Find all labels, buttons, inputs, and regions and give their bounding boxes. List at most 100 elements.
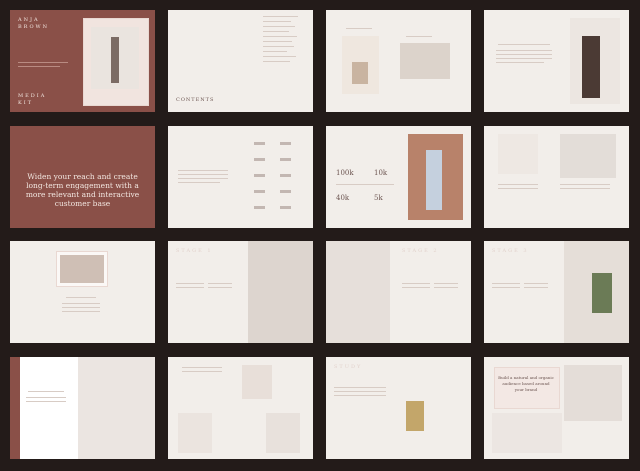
text-line bbox=[498, 184, 538, 185]
page-cover[interactable]: ANJA BROWN MEDIA KIT bbox=[10, 10, 155, 112]
text-line bbox=[26, 401, 66, 402]
text-line bbox=[178, 174, 228, 175]
cover-kit-line2: KIT bbox=[18, 100, 34, 106]
contents-line bbox=[263, 46, 294, 47]
brand-logo bbox=[280, 190, 291, 193]
figure-silhouette bbox=[426, 150, 442, 210]
text-line bbox=[182, 367, 222, 368]
stage-2-photo bbox=[326, 241, 390, 343]
stat-2: 10k bbox=[374, 169, 388, 177]
bio-photo bbox=[60, 255, 104, 283]
contents-line bbox=[263, 16, 298, 17]
contents-line bbox=[263, 51, 287, 52]
page-tagline[interactable]: Widen your reach and create long-term en… bbox=[10, 126, 155, 228]
contents-line bbox=[263, 41, 292, 42]
about-line bbox=[498, 44, 550, 45]
about-line bbox=[496, 54, 552, 55]
study-title: STUDY bbox=[334, 364, 363, 370]
stat-divider bbox=[336, 184, 394, 185]
text-line bbox=[176, 283, 204, 284]
text-line bbox=[524, 283, 548, 284]
contents-line bbox=[263, 26, 295, 27]
caption-line bbox=[346, 28, 372, 29]
cover-name-line2: BROWN bbox=[18, 24, 50, 30]
media-kit-grid: ANJA BROWN MEDIA KIT CONTENTS Widen your… bbox=[0, 0, 640, 471]
page-brand-partnerships[interactable] bbox=[168, 126, 313, 228]
tagline-text: Widen your reach and create long-term en… bbox=[25, 172, 140, 208]
cover-photo-frame bbox=[83, 18, 149, 106]
caption-line bbox=[406, 36, 432, 37]
brand-logo bbox=[280, 206, 291, 209]
contents-line bbox=[263, 61, 290, 62]
brand-logo bbox=[254, 142, 265, 145]
stage-2-title: STAGE 2 bbox=[402, 248, 439, 254]
figure-silhouette bbox=[582, 36, 600, 98]
text-line bbox=[560, 184, 610, 185]
stage-3-title: STAGE 3 bbox=[492, 248, 529, 254]
interior-photo-detail bbox=[352, 62, 368, 84]
page-contents[interactable]: CONTENTS bbox=[168, 10, 313, 112]
page-collaborations[interactable] bbox=[168, 357, 313, 459]
contents-title: CONTENTS bbox=[176, 97, 215, 103]
brand-logo bbox=[254, 174, 265, 177]
brand-logo bbox=[280, 158, 291, 161]
page-quote[interactable]: Build a natural and organic audience bas… bbox=[484, 357, 629, 459]
text-line bbox=[176, 287, 204, 288]
testimonial-panel bbox=[20, 357, 78, 459]
brand-logo bbox=[280, 142, 291, 145]
figure-silhouette bbox=[111, 37, 119, 83]
stat-4: 5k bbox=[374, 194, 383, 202]
page-stage-3[interactable]: STAGE 3 bbox=[484, 241, 629, 343]
divider bbox=[18, 62, 68, 63]
text-line bbox=[28, 391, 64, 392]
portrait-photo bbox=[560, 134, 616, 178]
text-line bbox=[402, 287, 430, 288]
text-line bbox=[66, 297, 96, 298]
testimonial-photo bbox=[78, 357, 155, 459]
perfume-bottle bbox=[406, 401, 424, 431]
text-line bbox=[62, 303, 100, 304]
cover-kit-line1: MEDIA bbox=[18, 93, 47, 99]
text-line bbox=[492, 283, 520, 284]
collab-photo bbox=[266, 413, 300, 453]
page-study[interactable]: STUDY bbox=[326, 357, 471, 459]
about-line bbox=[496, 62, 544, 63]
text-line bbox=[492, 287, 520, 288]
stage-1-title: STAGE 1 bbox=[176, 248, 213, 254]
text-line bbox=[334, 391, 386, 392]
stat-3: 40k bbox=[336, 194, 350, 202]
cover-name-line1: ANJA bbox=[18, 17, 40, 23]
product-photo bbox=[498, 134, 538, 174]
text-line bbox=[434, 283, 458, 284]
page-testimonials[interactable] bbox=[10, 357, 155, 459]
collab-photo bbox=[242, 365, 272, 399]
text-line bbox=[62, 311, 100, 312]
contents-line bbox=[263, 56, 296, 57]
page-partnerships[interactable] bbox=[484, 126, 629, 228]
plant-photo bbox=[592, 273, 612, 313]
page-intro[interactable] bbox=[326, 10, 471, 112]
text-line bbox=[402, 283, 430, 284]
brand-logo bbox=[254, 190, 265, 193]
page-stage-1[interactable]: STAGE 1 bbox=[168, 241, 313, 343]
text-line bbox=[334, 387, 386, 388]
brand-logo bbox=[280, 174, 291, 177]
page-about[interactable] bbox=[484, 10, 629, 112]
text-line bbox=[498, 188, 538, 189]
about-line bbox=[496, 58, 552, 59]
page-bio[interactable] bbox=[10, 241, 155, 343]
detail-photo bbox=[492, 413, 562, 453]
contents-line bbox=[263, 21, 291, 22]
brand-logo bbox=[254, 206, 265, 209]
quote-text: Build a natural and organic audience bas… bbox=[498, 375, 554, 392]
page-statistics[interactable]: 100k 10k 40k 5k bbox=[326, 126, 471, 228]
text-line bbox=[524, 287, 548, 288]
stat-1: 100k bbox=[336, 169, 354, 177]
page-stage-2[interactable]: STAGE 2 bbox=[326, 241, 471, 343]
collab-photo bbox=[178, 413, 212, 453]
bio-photo-frame bbox=[56, 251, 108, 287]
sink-photo bbox=[400, 43, 450, 79]
contents-line bbox=[263, 31, 289, 32]
divider bbox=[18, 66, 60, 67]
text-line bbox=[178, 178, 228, 179]
